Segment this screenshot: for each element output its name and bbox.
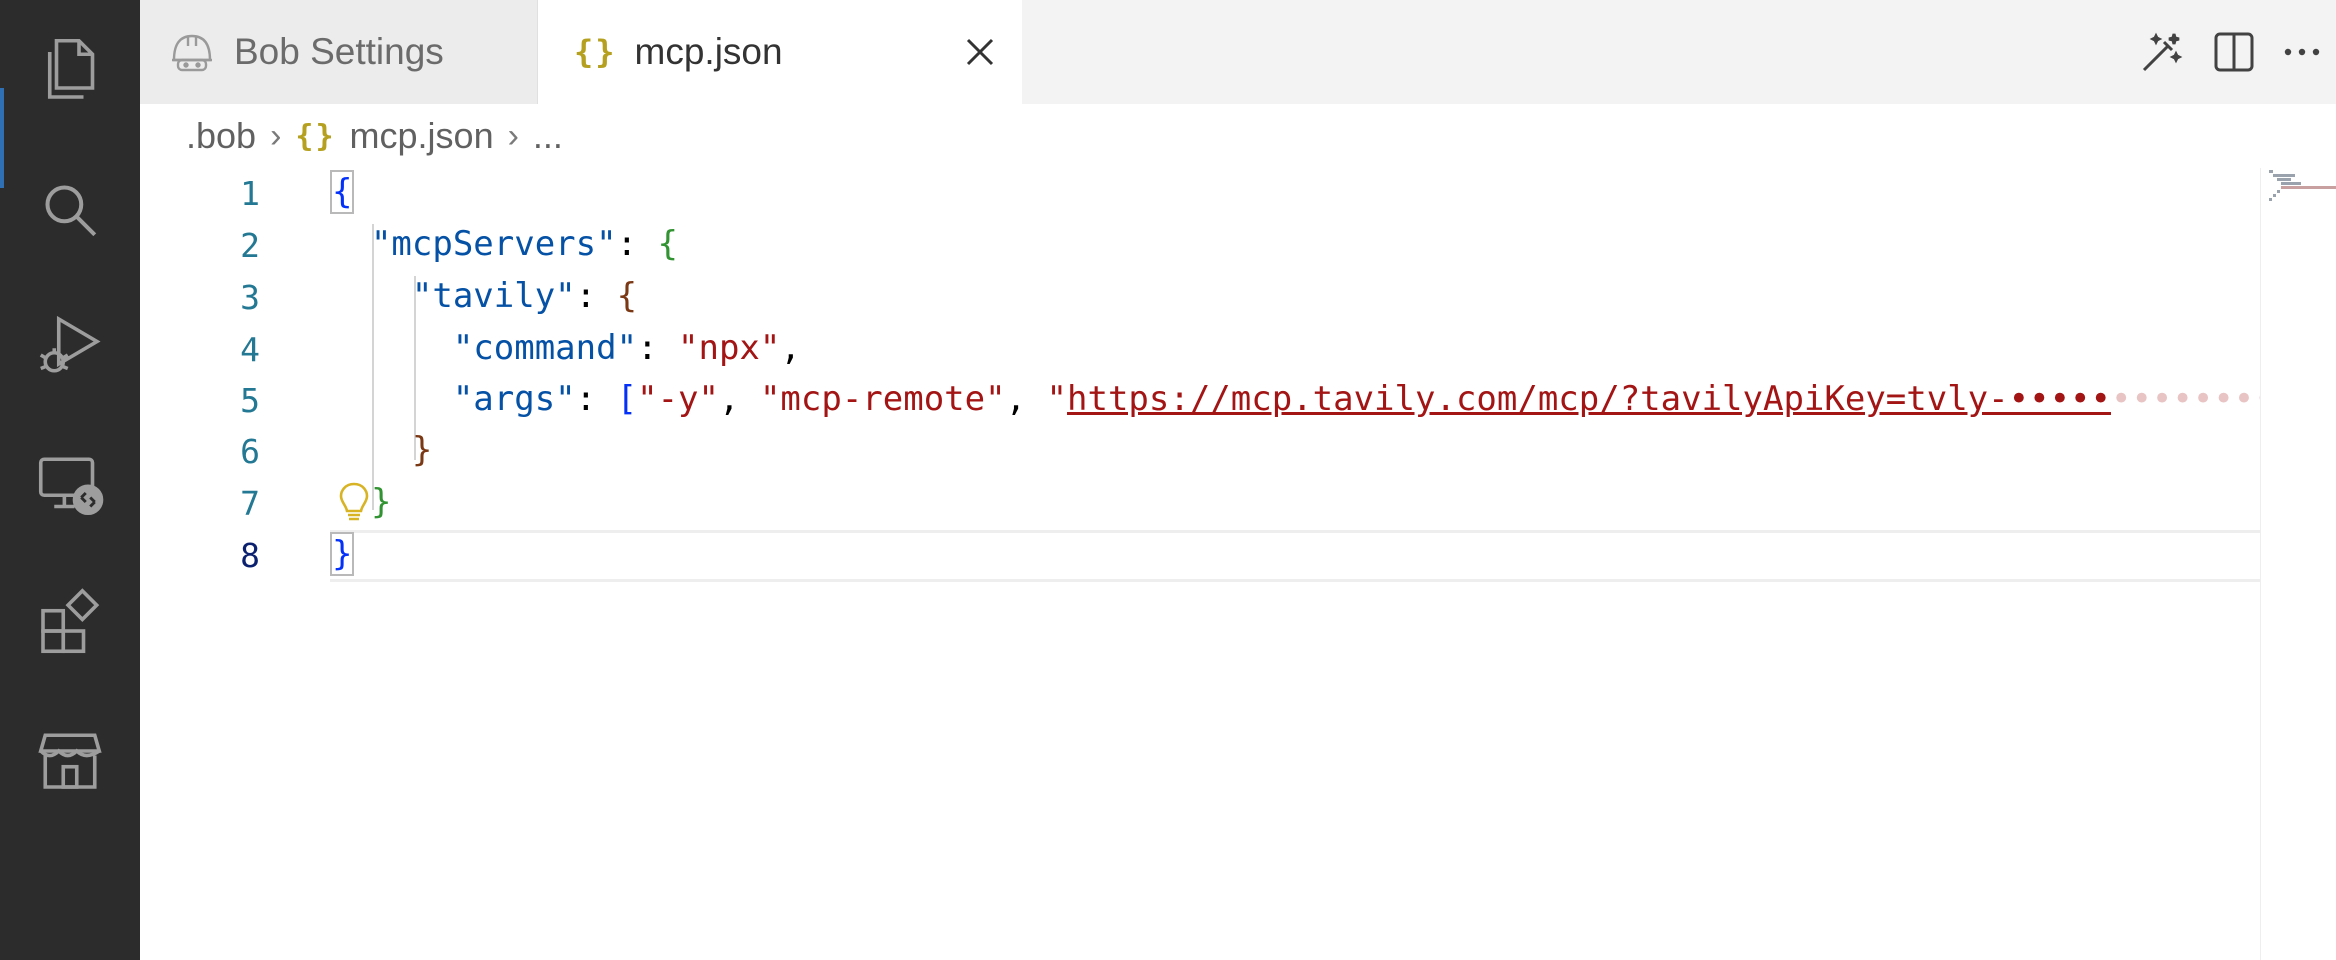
minimap-line [2273,194,2276,197]
code-line: } [330,532,355,576]
json-braces-icon: {} [574,33,617,71]
chevron-right-icon: › [270,116,282,155]
minimap-line [2273,174,2295,177]
helmet-icon [172,34,212,72]
breadcrumb-folder[interactable]: .bob [186,115,256,157]
magic-wand-icon[interactable] [2134,26,2186,78]
more-actions-icon[interactable] [2276,26,2328,78]
line-number: 1 [240,174,260,213]
activity-bar-active-indicator [0,88,4,188]
run-debug-icon[interactable] [30,306,110,386]
line-number-active: 8 [240,536,260,575]
code-line: "mcpServers": { [370,224,679,264]
tab-label: Bob Settings [234,31,444,72]
code-line: "args": ["-y", "mcp-remote", "https://mc… [452,379,2336,419]
code-editor[interactable]: 1 2 3 4 5 6 7 8 { "mcpServers": { "tavil… [140,168,2336,960]
tab-bob-settings[interactable]: Bob Settings [140,0,538,104]
minimap-line [2269,170,2273,173]
line-number: 5 [240,381,260,420]
code-line: { [330,170,355,214]
breadcrumb: .bob › {} mcp.json › ... [140,104,2336,168]
code-line: } [411,430,433,470]
breadcrumb-file[interactable]: mcp.json [350,115,494,157]
line-number: 7 [240,484,260,523]
tab-mcp-json[interactable]: {} mcp.json [538,0,1022,104]
minimap-line [2281,182,2301,185]
search-icon[interactable] [30,170,110,250]
remote-explorer-icon[interactable] [30,444,110,524]
masked-api-key-url: https://mcp.tavily.com/mcp/?tavilyApiKey… [1067,379,2111,419]
line-number: 3 [240,278,260,317]
minimap-line [2277,190,2280,193]
chevron-right-icon: › [507,116,519,155]
code-line: "command": "npx", [452,328,801,368]
tab-label: mcp.json [634,31,783,72]
marketplace-store-icon[interactable] [30,720,110,800]
minimap[interactable] [2260,168,2336,960]
editor-tab-bar: Bob Settings {} mcp.json [140,0,2336,104]
line-number: 4 [240,330,260,369]
code-line: "tavily": { [411,276,638,316]
current-line-highlight [330,530,2282,582]
breadcrumb-symbol[interactable]: ... [533,115,563,157]
json-braces-icon: {} [295,118,336,154]
activity-bar [0,0,140,960]
minimap-line [2281,186,2336,189]
lightbulb-icon[interactable] [336,480,372,524]
split-editor-icon[interactable] [2208,26,2260,78]
extensions-icon[interactable] [30,582,110,662]
line-number: 6 [240,432,260,471]
close-icon[interactable] [960,32,1000,72]
minimap-line [2269,198,2272,201]
line-number: 2 [240,226,260,265]
explorer-icon[interactable] [30,30,110,110]
minimap-line [2277,178,2291,181]
